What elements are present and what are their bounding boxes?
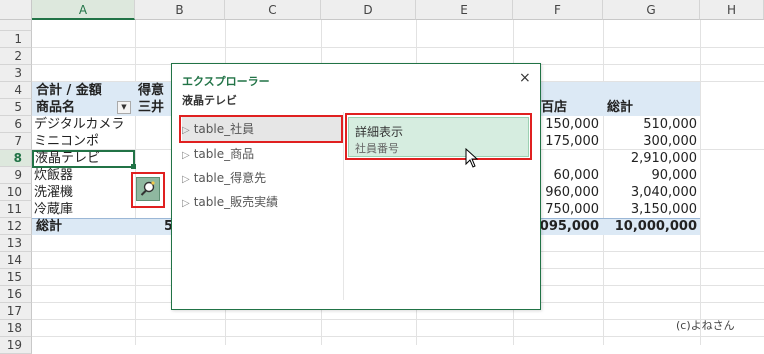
select-all-corner[interactable] [0, 0, 32, 20]
column-header-c[interactable]: C [225, 0, 321, 20]
explorer-subtitle: 液晶テレビ [182, 94, 237, 107]
row-header-11[interactable]: 11 [0, 201, 32, 218]
cell-g8[interactable]: 2,910,000 [603, 150, 697, 167]
cell-a5[interactable]: 商品名 [36, 99, 75, 116]
gridline-row [32, 336, 764, 337]
row-header-2[interactable]: 2 [0, 48, 32, 65]
tree-item-label: table_販売実績 [193, 195, 279, 209]
row-header-17[interactable]: 17 [0, 303, 32, 320]
magnifier-icon [140, 181, 155, 196]
row-header-4[interactable]: 4 [0, 82, 32, 99]
column-header-g[interactable]: G [603, 0, 700, 20]
cell-a6[interactable]: デジタルカメラ [34, 116, 124, 133]
cell-b5[interactable]: 三井 [138, 99, 164, 116]
column-header-a[interactable]: A [32, 0, 135, 20]
column-header-b[interactable]: B [135, 0, 225, 20]
copyright-text: (c)よねさん [676, 319, 735, 332]
row-header-0 [0, 20, 32, 31]
gridline-row [32, 319, 764, 320]
row-header-8[interactable]: 8 [0, 150, 32, 167]
fill-handle[interactable] [131, 164, 136, 169]
row-header-6[interactable]: 6 [0, 116, 32, 133]
row-header-12[interactable]: 12 [0, 218, 32, 235]
cell-g11[interactable]: 3,150,000 [603, 201, 697, 218]
mouse-pointer-icon [465, 148, 479, 168]
row-header-5[interactable]: 5 [0, 99, 32, 116]
tree-item-highlight [179, 115, 343, 143]
row-header-1[interactable]: 1 [0, 31, 32, 48]
quick-explore-button[interactable] [136, 177, 160, 201]
tree-item-table-products[interactable]: ▷ table_商品 [182, 142, 342, 166]
cell-a7[interactable]: ミニコンポ [34, 133, 99, 150]
filter-dropdown-button[interactable]: ▼ [117, 101, 131, 114]
row-header-15[interactable]: 15 [0, 269, 32, 286]
chevron-down-icon: ▼ [121, 103, 127, 111]
tree-item-label: table_得意先 [193, 171, 267, 185]
cell-g10[interactable]: 3,040,000 [603, 184, 697, 201]
explorer-title: エクスプローラー [182, 75, 270, 88]
cell-g5[interactable]: 総計 [607, 99, 633, 116]
cell-b4[interactable]: 得意 [138, 82, 164, 99]
close-icon[interactable]: × [519, 70, 531, 86]
row-header-16[interactable]: 16 [0, 286, 32, 303]
gridline-row [32, 47, 764, 48]
row-header-19[interactable]: 19 [0, 337, 32, 354]
detail-highlight [345, 113, 532, 160]
explorer-panel: エクスプローラー × 液晶テレビ ▷ table_社員 ▷ table_商品 ▷ ta… [171, 63, 541, 310]
gridline-col-h [700, 20, 701, 345]
tree-item-table-sales[interactable]: ▷ table_販売実績 [182, 190, 342, 214]
cell-a9[interactable]: 炊飯器 [34, 167, 73, 184]
cell-a4[interactable]: 合計 / 金額 [36, 82, 102, 99]
column-header-d[interactable]: D [321, 0, 416, 20]
row-header-13[interactable]: 13 [0, 235, 32, 252]
cell-a8-selected[interactable]: 液晶テレビ [32, 150, 135, 168]
triangle-right-icon: ▷ [182, 174, 190, 185]
row-header-3[interactable]: 3 [0, 65, 32, 82]
tree-item-label: table_商品 [193, 147, 255, 161]
cell-g6[interactable]: 510,000 [603, 116, 697, 133]
tree-item-table-customers[interactable]: ▷ table_得意先 [182, 166, 342, 190]
column-header-h[interactable]: H [700, 0, 764, 20]
cell-g7[interactable]: 300,000 [603, 133, 697, 150]
cell-a11[interactable]: 冷蔵庫 [34, 201, 73, 218]
row-header-10[interactable]: 10 [0, 184, 32, 201]
triangle-right-icon: ▷ [182, 198, 190, 209]
triangle-right-icon: ▷ [182, 150, 190, 161]
cell-g12[interactable]: 10,000,000 [603, 218, 697, 235]
row-header-7[interactable]: 7 [0, 133, 32, 150]
pane-divider [343, 112, 344, 300]
cell-f5[interactable]: 百店 [541, 99, 567, 116]
row-header-18[interactable]: 18 [0, 320, 32, 337]
row-header-14[interactable]: 14 [0, 252, 32, 269]
cell-a12[interactable]: 総計 [36, 218, 62, 235]
cell-g9[interactable]: 90,000 [603, 167, 698, 184]
cell-a10[interactable]: 洗濯機 [34, 184, 73, 201]
column-header-f[interactable]: F [513, 0, 603, 20]
row-header-9[interactable]: 9 [0, 167, 32, 184]
column-header-e[interactable]: E [416, 0, 513, 20]
